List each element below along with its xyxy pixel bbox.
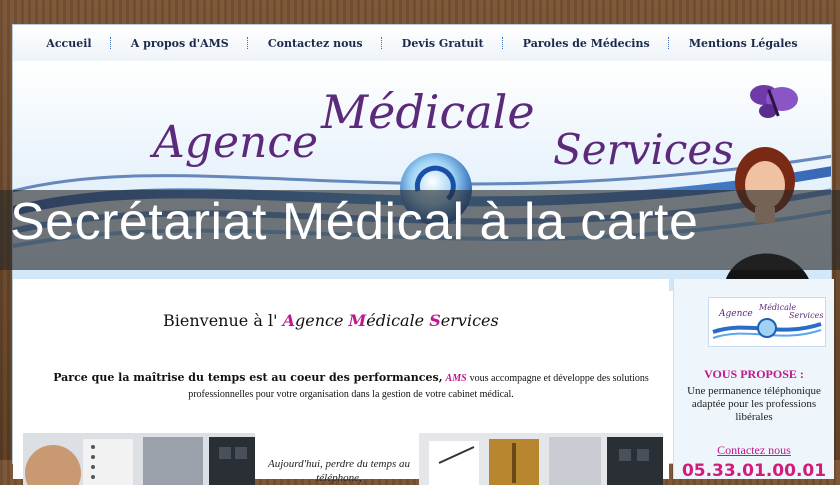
- contact-link[interactable]: Contactez nous: [674, 443, 834, 458]
- brand-ervices: ervices: [440, 311, 499, 330]
- brand-letter-m: M: [348, 311, 367, 330]
- top-navigation: Accueil A propos d'AMS Contactez nous De…: [13, 25, 831, 61]
- logo-word-agence: Agence: [153, 117, 318, 168]
- page-title: Secrétariat Médical à la carte: [10, 193, 699, 251]
- nav-separator: [247, 37, 249, 49]
- intro-ams: AMS: [445, 373, 467, 384]
- welcome-heading: Bienvenue à l' Agence Médicale Services: [163, 311, 499, 330]
- intro-paragraph: Parce que la maîtrise du temps est au co…: [33, 370, 669, 402]
- intro-strong-text: Parce que la maîtrise du temps est au co…: [53, 371, 439, 384]
- nav-item-a-propos[interactable]: A propos d'AMS: [131, 37, 229, 50]
- nav-separator: [668, 37, 670, 49]
- quote-line-2: téléphone,: [316, 472, 362, 484]
- nav-item-paroles[interactable]: Paroles de Médecins: [523, 37, 650, 50]
- welcome-brand: Agence Médicale Services: [283, 311, 499, 330]
- nav-separator: [381, 37, 383, 49]
- logo-word-services: Services: [553, 125, 734, 174]
- svg-text:Agence: Agence: [718, 309, 753, 319]
- intro-comma: ,: [438, 371, 443, 384]
- phone-number: 05.33.01.00.01: [681, 461, 827, 481]
- nav-separator: [502, 37, 504, 49]
- sidebar-logo: Agence Médicale Services: [708, 297, 826, 347]
- brand-gence: gence: [294, 311, 349, 330]
- sidebar-description: Une permanence téléphonique adaptée pour…: [687, 385, 821, 423]
- sidebar: Agence Médicale Services VOUS PROPOSE : …: [673, 279, 834, 481]
- nav-item-contact[interactable]: Contactez nous: [268, 37, 363, 50]
- svg-text:Services: Services: [789, 311, 823, 320]
- welcome-prefix: Bienvenue à l': [163, 311, 278, 330]
- nav-separator: [110, 37, 112, 49]
- butterfly-icon: [750, 85, 798, 118]
- brand-letter-s: S: [429, 311, 441, 330]
- quote-line-1: Aujourd'hui, perdre du temps au: [268, 458, 410, 470]
- nav-item-mentions[interactable]: Mentions Légales: [689, 37, 798, 50]
- nav-item-devis[interactable]: Devis Gratuit: [402, 37, 484, 50]
- brand-edicale: édicale: [366, 311, 430, 330]
- office-photo-left: [23, 433, 255, 485]
- main-content: Bienvenue à l' Agence Médicale Services …: [13, 279, 669, 485]
- quote-text: Aujourd'hui, perdre du temps au téléphon…: [251, 457, 427, 485]
- title-overlay: Secrétariat Médical à la carte: [0, 190, 840, 270]
- nav-item-accueil[interactable]: Accueil: [46, 37, 91, 50]
- sidebar-heading: VOUS PROPOSE :: [704, 367, 804, 381]
- office-photo-right: [419, 433, 663, 485]
- brand-letter-a: A: [282, 311, 295, 330]
- logo-word-medicale: Médicale: [321, 85, 535, 139]
